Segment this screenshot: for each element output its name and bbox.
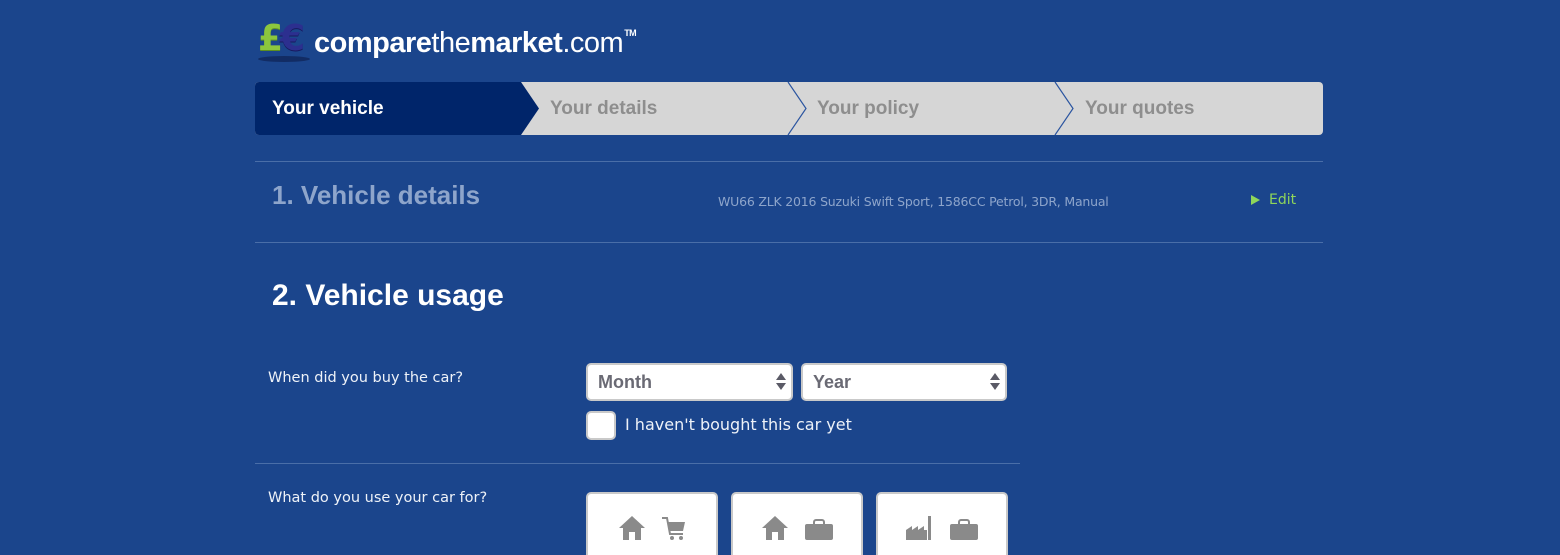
vehicle-usage-heading: 2. Vehicle usage	[272, 279, 504, 312]
home-icon	[619, 516, 645, 540]
divider	[255, 463, 1020, 464]
not-bought-checkbox[interactable]	[586, 411, 616, 440]
step-your-quotes[interactable]: Your quotes	[1085, 82, 1194, 135]
edit-vehicle-link[interactable]: Edit	[1251, 192, 1296, 208]
usage-option-social-business[interactable]	[731, 492, 863, 555]
select-arrows-icon	[990, 373, 1000, 391]
step-your-details[interactable]: Your details	[550, 82, 657, 135]
select-arrows-icon	[776, 373, 786, 391]
briefcase-icon	[805, 519, 833, 540]
vehicle-details-heading: 1. Vehicle details	[272, 180, 481, 210]
step-your-vehicle[interactable]: Your vehicle	[272, 82, 384, 135]
usage-label: What do you use your car for?	[268, 490, 488, 506]
usage-option-commercial-business[interactable]	[876, 492, 1008, 555]
month-select-value: Month	[598, 372, 652, 392]
vehicle-summary: WU66 ZLK 2016 Suzuki Swift Sport, 1586CC…	[718, 194, 1109, 209]
shopping-cart-icon	[662, 517, 685, 540]
page: £ € comparethemarket.comTM Your vehicle Y…	[0, 0, 1560, 555]
home-icon	[762, 516, 788, 540]
step-chevron	[787, 82, 807, 135]
purchase-year-select[interactable]: Year	[801, 363, 1007, 401]
brand-wordmark: comparethemarket.comTM	[314, 27, 637, 59]
pound-euro-coins-icon: £ €	[256, 18, 312, 64]
step-chevron	[1054, 82, 1074, 135]
briefcase-icon	[950, 519, 978, 540]
edit-label: Edit	[1269, 192, 1297, 208]
brand-logo[interactable]: £ € comparethemarket.comTM	[256, 18, 637, 64]
year-select-value: Year	[813, 372, 852, 392]
purchase-date-label: When did you buy the car?	[268, 370, 464, 386]
progress-steps: Your vehicle Your details Your policy Yo…	[255, 82, 1323, 135]
play-arrow-icon	[1251, 195, 1260, 205]
divider	[255, 242, 1323, 243]
not-bought-label[interactable]: I haven't bought this car yet	[625, 415, 852, 434]
usage-option-social-commuting[interactable]	[586, 492, 718, 555]
purchase-month-select[interactable]: Month	[586, 363, 793, 401]
divider	[255, 161, 1323, 162]
factory-icon	[906, 516, 931, 540]
step-your-policy[interactable]: Your policy	[817, 82, 919, 135]
